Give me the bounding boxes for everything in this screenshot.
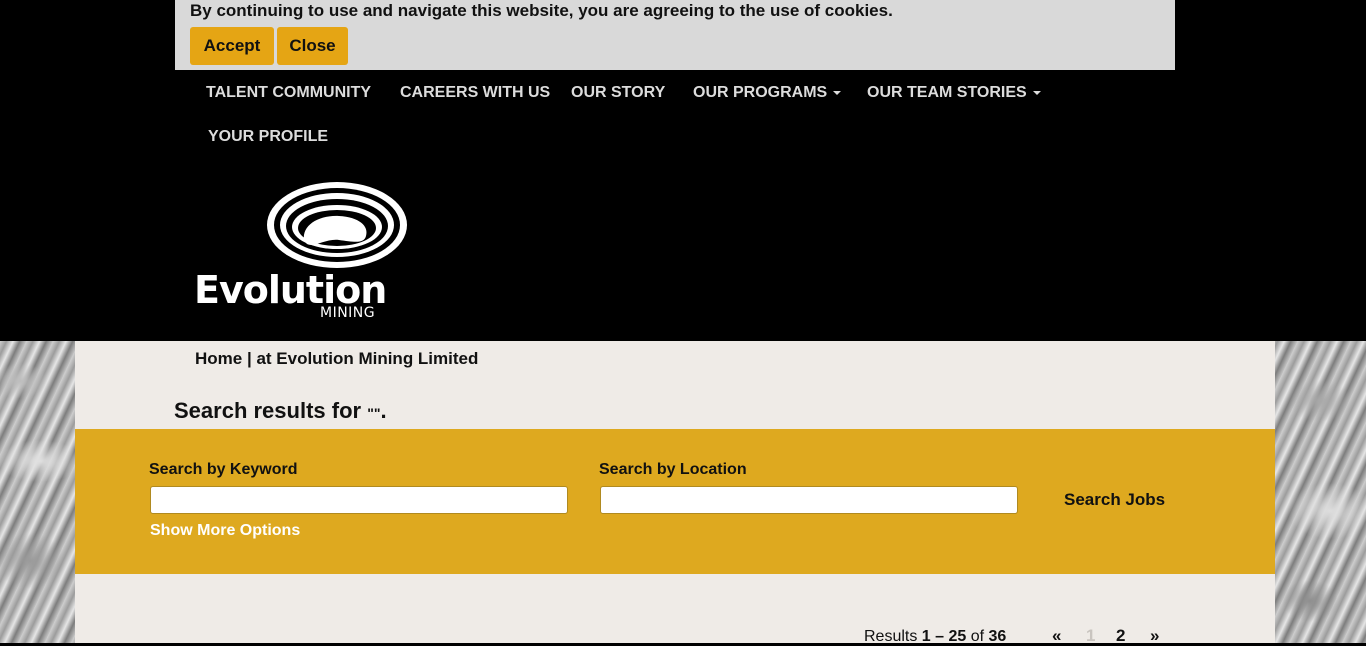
location-search-input[interactable] xyxy=(600,486,1018,514)
nav-our-story[interactable]: OUR STORY xyxy=(571,84,665,102)
caret-down-icon xyxy=(833,90,842,95)
pagination-page-current: 1 xyxy=(1086,626,1096,645)
show-more-options-link[interactable]: Show More Options xyxy=(150,522,300,540)
breadcrumb: Home | at Evolution Mining Limited xyxy=(195,349,478,369)
nav-label: OUR TEAM STORIES xyxy=(867,84,1027,101)
results-count: Results 1 – 25 of 36 xyxy=(864,628,1006,646)
cookie-message: By continuing to use and navigate this w… xyxy=(190,1,893,20)
nav-talent-community[interactable]: TALENT COMMUNITY xyxy=(206,84,371,102)
logo-subtext: MINING xyxy=(320,305,376,321)
nav-label: CAREERS WITH US xyxy=(400,84,551,101)
results-title-suffix: . xyxy=(380,398,387,423)
breadcrumb-separator: | xyxy=(242,349,257,368)
nav-our-programs[interactable]: OUR PROGRAMS xyxy=(693,84,842,102)
caret-down-icon xyxy=(1032,90,1041,95)
close-cookies-button[interactable]: Close xyxy=(277,27,348,65)
results-prefix: Results xyxy=(864,628,922,645)
pagination-prev-button[interactable]: « xyxy=(1052,626,1061,646)
results-total: 36 xyxy=(988,628,1007,645)
pagination-page-2[interactable]: 2 xyxy=(1116,626,1125,646)
accept-cookies-button[interactable]: Accept xyxy=(190,27,274,65)
nav-label: OUR STORY xyxy=(571,84,666,101)
pagination-next-button[interactable]: » xyxy=(1150,626,1159,646)
logo-rings-icon xyxy=(267,182,407,268)
results-range: 1 – 25 xyxy=(921,628,967,645)
breadcrumb-home-link[interactable]: Home xyxy=(195,349,242,368)
location-label: Search by Location xyxy=(599,461,747,478)
results-query: "" xyxy=(367,405,381,421)
nav-careers-with-us[interactable]: CAREERS WITH US xyxy=(400,84,550,102)
cookie-banner: By continuing to use and navigate this w… xyxy=(175,0,1175,70)
results-title-prefix: Search results for xyxy=(174,398,368,423)
keyword-label: Search by Keyword xyxy=(149,461,298,478)
nav-our-team-stories[interactable]: OUR TEAM STORIES xyxy=(867,84,1041,102)
breadcrumb-current: at Evolution Mining Limited xyxy=(256,349,479,368)
nav-your-profile[interactable]: YOUR PROFILE xyxy=(208,128,328,146)
keyword-search-input[interactable] xyxy=(150,486,568,514)
evolution-mining-logo[interactable]: Evolution MINING xyxy=(194,180,410,322)
nav-label: YOUR PROFILE xyxy=(208,128,329,145)
nav-label: TALENT COMMUNITY xyxy=(206,84,372,101)
page-title: Search results for "". xyxy=(174,398,387,424)
results-of: of xyxy=(966,628,989,645)
search-jobs-button[interactable]: Search Jobs xyxy=(1064,490,1165,510)
nav-label: OUR PROGRAMS xyxy=(693,84,828,101)
